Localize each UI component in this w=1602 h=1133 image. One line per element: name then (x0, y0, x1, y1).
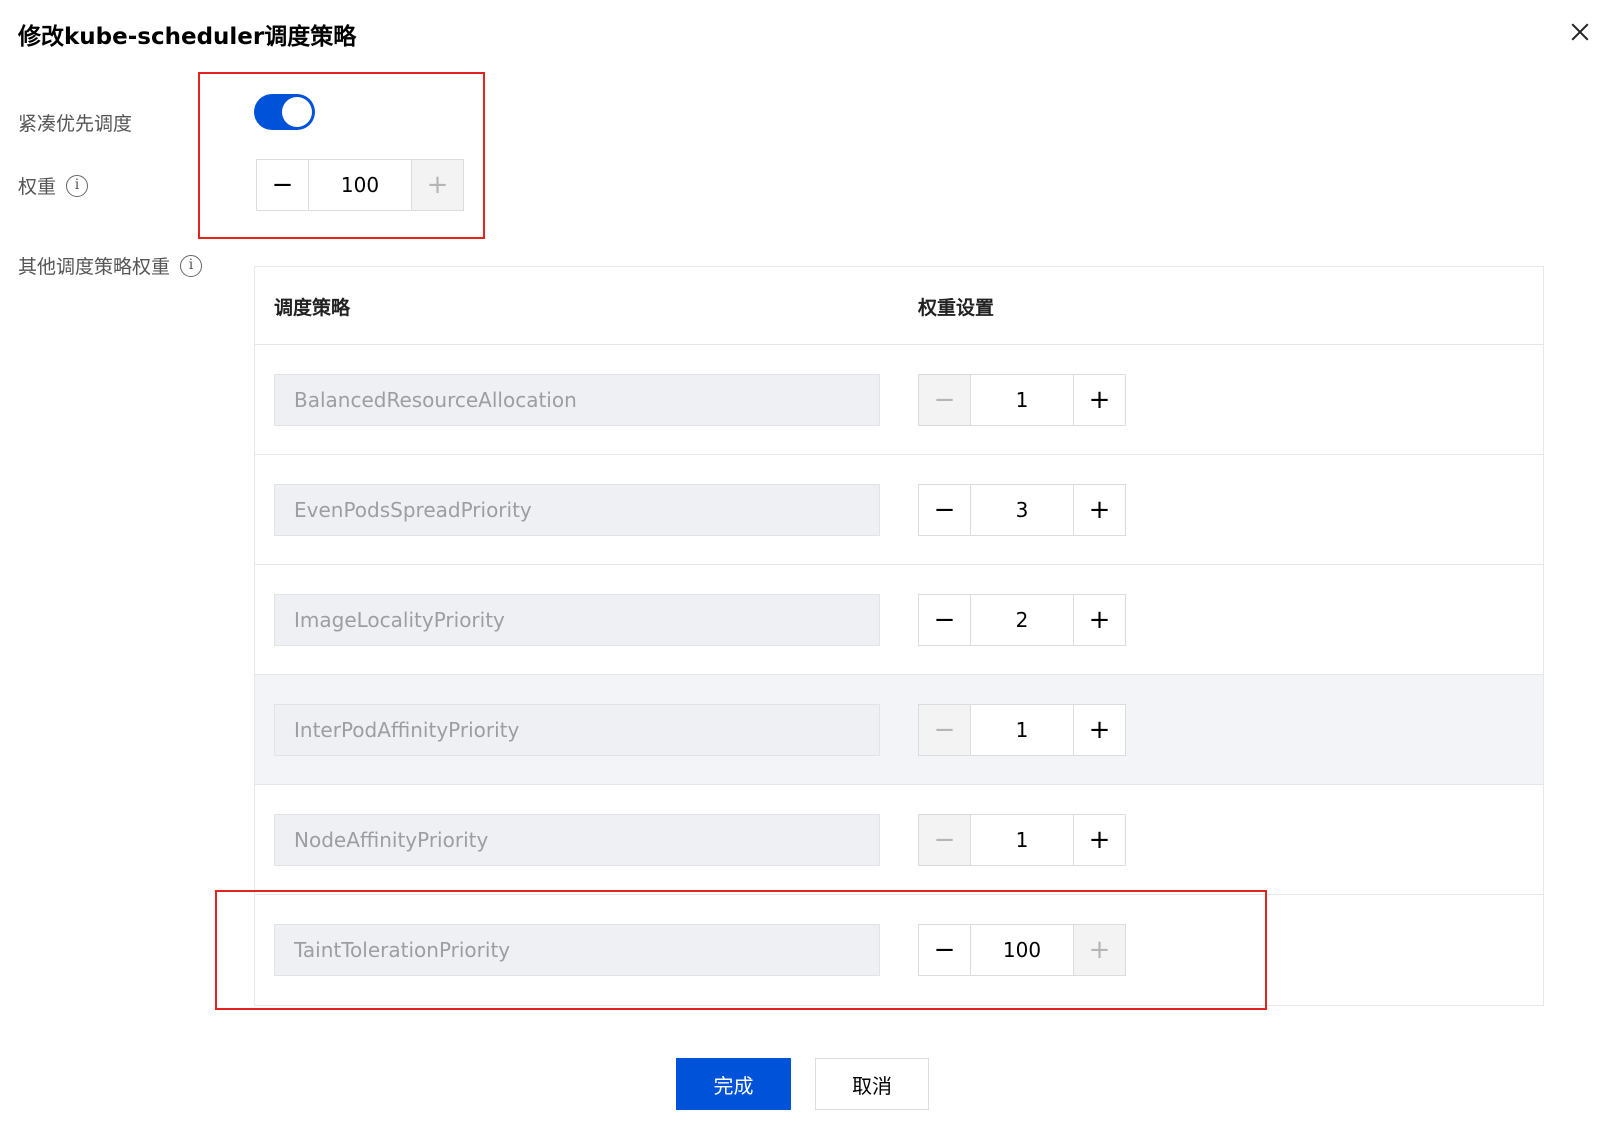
weight-value[interactable]: 3 (971, 485, 1073, 535)
policy-name-field: ImageLocalityPriority (274, 594, 880, 646)
plus-button[interactable]: + (1073, 375, 1125, 425)
minus-button[interactable]: − (919, 375, 971, 425)
header-weight: 权重设置 (918, 297, 995, 319)
weight-value[interactable]: 2 (971, 595, 1073, 645)
policy-weight-stepper[interactable]: − 2 + (918, 594, 1126, 646)
plus-button[interactable]: + (1073, 815, 1125, 865)
plus-button[interactable]: + (1073, 705, 1125, 755)
minus-button[interactable]: − (919, 485, 971, 535)
table-row: NodeAffinityPriority − 1 + (255, 785, 1543, 895)
plus-button[interactable]: + (1073, 485, 1125, 535)
weight-label: 权重 (18, 176, 57, 198)
plus-button[interactable]: + (1073, 595, 1125, 645)
info-icon[interactable]: i (180, 254, 203, 277)
other-weights-label: 其他调度策略权重 (18, 256, 171, 278)
weight-value[interactable]: 1 (971, 705, 1073, 755)
confirm-button[interactable]: 完成 (676, 1058, 791, 1110)
header-policy: 调度策略 (274, 297, 351, 319)
table-row: InterPodAffinityPriority − 1 + (255, 675, 1543, 785)
cancel-button[interactable]: 取消 (815, 1058, 929, 1110)
close-icon[interactable] (1566, 18, 1594, 46)
minus-button[interactable]: − (919, 705, 971, 755)
minus-button[interactable]: − (919, 595, 971, 645)
policy-name-field: InterPodAffinityPriority (274, 704, 880, 756)
policy-weight-stepper[interactable]: − 1 + (918, 374, 1126, 426)
policy-weight-stepper[interactable]: − 1 + (918, 814, 1126, 866)
highlight-box-bottom (215, 890, 1267, 1010)
other-weights-label-row: 其他调度策略权重 i (18, 252, 203, 279)
policy-name-field: NodeAffinityPriority (274, 814, 880, 866)
policy-weight-stepper[interactable]: − 3 + (918, 484, 1126, 536)
weight-value[interactable]: 1 (971, 815, 1073, 865)
table-header: 调度策略 权重设置 (255, 267, 1543, 345)
table-row: ImageLocalityPriority − 2 + (255, 565, 1543, 675)
policy-name-field: BalancedResourceAllocation (274, 374, 880, 426)
dialog-title: 修改kube-scheduler调度策略 (18, 24, 357, 50)
table-row: EvenPodsSpreadPriority − 3 + (255, 455, 1543, 565)
info-icon[interactable]: i (66, 174, 89, 197)
table-row: BalancedResourceAllocation − 1 + (255, 345, 1543, 455)
minus-button[interactable]: − (919, 815, 971, 865)
highlight-box-top (198, 72, 485, 239)
weight-label-row: 权重 i (18, 172, 89, 199)
compact-priority-label: 紧凑优先调度 (18, 113, 133, 135)
weight-value[interactable]: 1 (971, 375, 1073, 425)
policy-weight-stepper[interactable]: − 1 + (918, 704, 1126, 756)
policy-name-field: EvenPodsSpreadPriority (274, 484, 880, 536)
